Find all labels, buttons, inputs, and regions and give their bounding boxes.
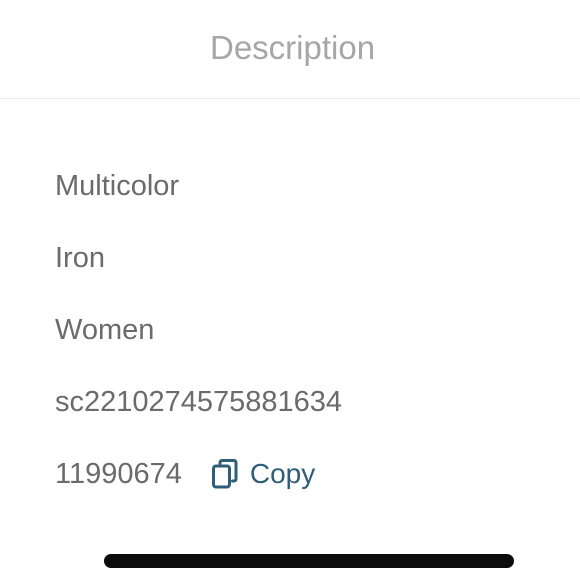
- detail-gender: Women: [55, 312, 342, 384]
- detail-product-id: 11990674 Copy: [55, 456, 342, 528]
- detail-color: Multicolor: [55, 168, 342, 240]
- product-id-value: 11990674: [55, 458, 182, 490]
- color-value: Multicolor: [55, 170, 180, 202]
- tab-description[interactable]: Description: [210, 28, 375, 68]
- detail-material: Iron: [55, 240, 342, 312]
- gender-value: Women: [55, 314, 155, 346]
- copy-button[interactable]: Copy: [211, 456, 316, 492]
- copy-icon: [211, 459, 238, 489]
- header: Description: [0, 0, 580, 99]
- detail-sku: sc2210274575881634: [55, 384, 342, 456]
- copy-label: Copy: [249, 458, 316, 489]
- description-page: Description Multicolor Iron Women sc2210…: [0, 0, 580, 580]
- material-value: Iron: [55, 242, 105, 274]
- home-indicator[interactable]: [104, 554, 514, 568]
- detail-list: Multicolor Iron Women sc2210274575881634…: [55, 168, 342, 528]
- sku-value: sc2210274575881634: [55, 386, 343, 418]
